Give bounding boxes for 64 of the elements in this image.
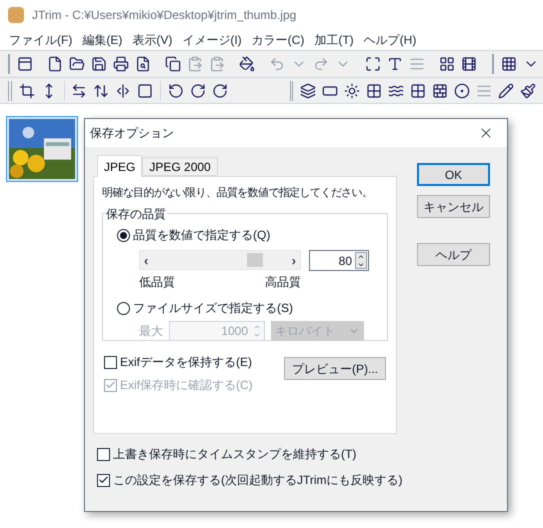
- high-quality-label: 高品質: [265, 274, 301, 291]
- tab[interactable]: JPEG: [97, 155, 142, 177]
- tab[interactable]: JPEG 2000: [142, 157, 218, 176]
- checkbox[interactable]: [104, 356, 117, 368]
- radio-button[interactable]: [117, 302, 130, 314]
- copy-icon[interactable]: [165, 56, 181, 72]
- preview-button[interactable]: プレビュー(P)...: [284, 357, 386, 380]
- dialog-button[interactable]: OK: [417, 163, 490, 186]
- menu-item[interactable]: 表示(V): [127, 31, 178, 49]
- split-icon[interactable]: [115, 82, 131, 98]
- flip-horizontal-icon[interactable]: [71, 82, 87, 98]
- dialog-title: 保存オプション: [90, 125, 174, 142]
- quality-slider[interactable]: ‹ ›: [139, 250, 301, 270]
- rotate-left-icon[interactable]: [168, 82, 184, 98]
- dialog-button[interactable]: キャンセル: [417, 195, 490, 218]
- frame-icon[interactable]: [137, 82, 153, 98]
- save-icon[interactable]: [91, 56, 107, 72]
- menu-item[interactable]: 加工(T): [309, 31, 359, 49]
- wave-icon[interactable]: [388, 82, 404, 98]
- film-icon[interactable]: [461, 56, 477, 72]
- grid-icon[interactable]: [439, 56, 455, 72]
- tile-icon[interactable]: [410, 82, 426, 98]
- menu-item[interactable]: ファイル(F): [4, 31, 78, 49]
- flip-vertical-icon[interactable]: [93, 82, 109, 98]
- group-label: 保存の品質: [105, 205, 167, 223]
- spin-arrows-icon[interactable]: [355, 252, 367, 269]
- slider-thumb[interactable]: [247, 253, 264, 267]
- max-size-label: 最大: [139, 323, 163, 340]
- window-icon[interactable]: [17, 56, 33, 72]
- rotate-icon[interactable]: [212, 82, 228, 98]
- instruction-text: 明確な目的がない限り、品質を数値で指定してください。: [102, 186, 372, 201]
- paint-bucket-icon[interactable]: [239, 56, 255, 72]
- radio-label: ファイルサイズで指定する(S): [133, 300, 293, 317]
- checkbox[interactable]: [97, 474, 110, 486]
- rotate-right-icon[interactable]: [190, 82, 206, 98]
- fit-icon[interactable]: [365, 56, 381, 72]
- brick-icon[interactable]: [432, 82, 448, 98]
- quality-spinbox[interactable]: 80: [309, 250, 369, 271]
- checkbox-label: 上書き保存時にタイムスタンプを維持する(T): [113, 446, 356, 463]
- window-title: JTrim - C:¥Users¥mikio¥Desktop¥jtrim_thumb.jpg: [32, 7, 296, 24]
- app-icon: [8, 7, 24, 23]
- menu-item[interactable]: イメージ(I): [177, 31, 247, 49]
- radio-label: 品質を数値で指定する(Q): [133, 227, 270, 244]
- folder-icon[interactable]: [69, 56, 85, 72]
- new-file-icon[interactable]: [47, 56, 63, 72]
- thumbnail-frame[interactable]: [6, 116, 78, 182]
- checkbox[interactable]: [97, 448, 110, 460]
- menu-item[interactable]: カラー(C): [246, 31, 310, 49]
- crop-icon[interactable]: [18, 82, 34, 98]
- low-quality-label: 低品質: [139, 274, 175, 291]
- checkbox-label: Exif保存時に確認する(C): [120, 377, 253, 394]
- menu-item[interactable]: ヘルプ(H): [358, 31, 422, 49]
- scroll-right-arrow[interactable]: ›: [292, 254, 296, 266]
- checkbox-label: この設定を保存する(次回起動するJTrimにも反映する): [113, 472, 403, 489]
- dialog-button[interactable]: ヘルプ: [417, 243, 490, 266]
- checkbox-label: Exifデータを保持する(E): [120, 354, 252, 371]
- menu-item[interactable]: 編集(E): [77, 31, 128, 49]
- preview-icon[interactable]: [135, 56, 151, 72]
- radio-button[interactable]: [117, 228, 130, 242]
- pencil-icon[interactable]: [498, 82, 514, 98]
- scroll-left-arrow[interactable]: ‹: [144, 254, 148, 266]
- text-icon[interactable]: [387, 56, 403, 72]
- brush-icon[interactable]: [520, 82, 536, 98]
- printer-icon[interactable]: [113, 56, 129, 72]
